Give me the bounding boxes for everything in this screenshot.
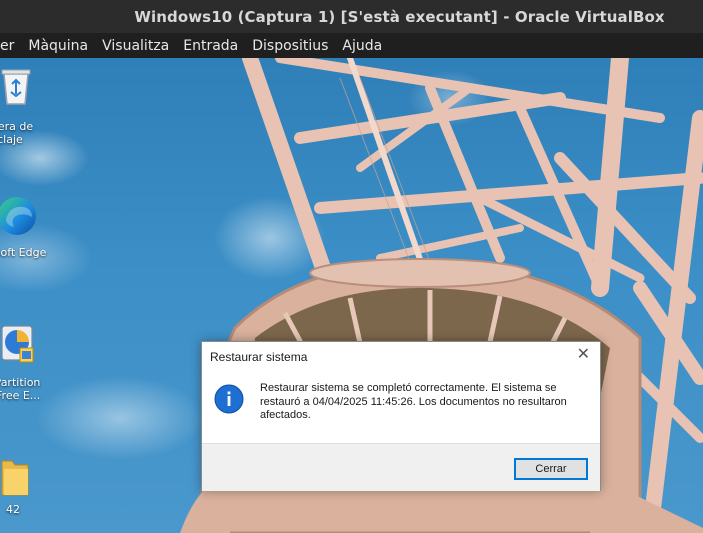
menu-item-maquina[interactable]: Màquina [21, 38, 95, 54]
menu-item-entrada[interactable]: Entrada [176, 38, 245, 54]
desktop-icon-label: elera de ciclaje [0, 120, 34, 146]
menu-item-fitxer[interactable]: er [0, 38, 21, 54]
desktop-icon-folder[interactable]: 42 [0, 453, 70, 523]
edge-icon [0, 197, 36, 235]
dialog-footer: Cerrar [202, 443, 600, 491]
dialog-message: Restaurar sistema se completó correctame… [260, 382, 567, 421]
window-title: Windows10 (Captura 1) [S'està executant]… [134, 7, 665, 26]
close-icon[interactable]: ✕ [577, 347, 590, 363]
desktop-icon-recycle-bin[interactable]: elera de ciclaje [0, 62, 70, 152]
vm-title-bar: Windows10 (Captura 1) [S'està executant]… [0, 0, 703, 33]
recycle-bin-icon [1, 69, 31, 105]
vm-menu-bar: er Màquina Visualitza Entrada Dispositiu… [0, 33, 703, 58]
dialog-title: Restaurar sistema [210, 350, 308, 364]
desktop-icon-label: 42 [6, 503, 20, 516]
desktop-icon-partition-tool[interactable]: l Partition r Free E... [0, 320, 70, 410]
menu-item-ajuda[interactable]: Ajuda [335, 38, 389, 54]
desktop-icon-edge[interactable]: osoft Edge [0, 193, 70, 263]
desktop-icon-label: l Partition r Free E... [0, 376, 41, 402]
menu-item-dispositius[interactable]: Dispositius [245, 38, 335, 54]
menu-item-visualitza[interactable]: Visualitza [95, 38, 176, 54]
restore-complete-dialog: Restaurar sistema ✕ Restaurar sistema se… [201, 341, 601, 491]
folder-icon [1, 460, 29, 496]
desktop-icon-label: osoft Edge [0, 246, 47, 259]
partition-tool-icon [1, 325, 34, 363]
close-button[interactable]: Cerrar [514, 458, 588, 480]
info-icon [214, 384, 244, 414]
